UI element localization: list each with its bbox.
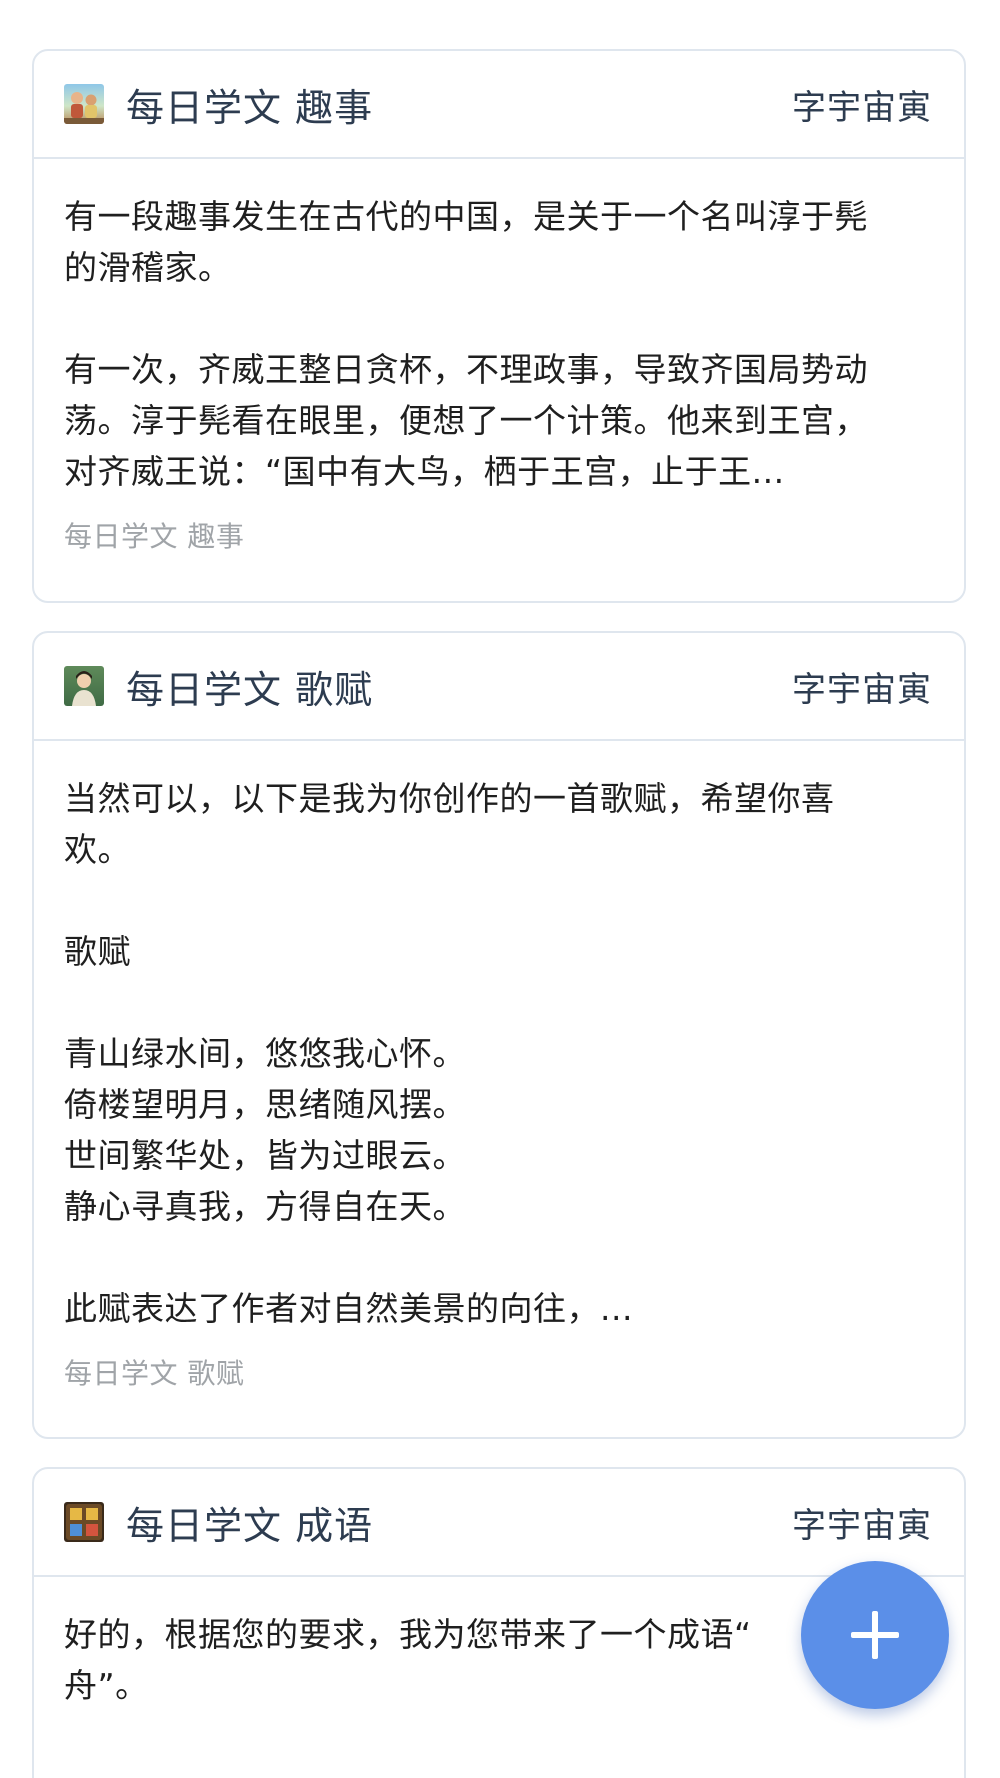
article-card[interactable]: 每日学文 趣事 字宇宙寅 有一段趣事发生在古代的中国，是关于一个名叫淳于髡 的滑… [32,49,966,603]
card-author[interactable]: 字宇宙寅 [792,80,932,129]
add-button[interactable] [801,1561,949,1709]
card-excerpt: 当然可以，以下是我为你创作的一首歌赋，希望你喜 欢。 歌赋 青山绿水间，悠悠我心… [64,779,835,1328]
card-tag: 每日学文 歌赋 [64,1357,245,1390]
feed-page: 每日学文 趣事 字宇宙寅 有一段趣事发生在古代的中国，是关于一个名叫淳于髡 的滑… [0,0,1000,1778]
plus-icon [851,1611,899,1659]
card-header: 每日学文 趣事 字宇宙寅 [34,51,964,159]
card-body: 有一段趣事发生在古代的中国，是关于一个名叫淳于髡 的滑稽家。 有一次，齐威王整日… [34,159,964,555]
cartoon-kids-thumbnail-icon [64,84,104,124]
card-header: 每日学文 成语 字宇宙寅 [34,1469,964,1577]
card-tag: 每日学文 趣事 [64,520,245,553]
card-title: 每日学文 歌赋 [126,667,374,712]
card-body: 当然可以，以下是我为你创作的一首歌赋，希望你喜 欢。 歌赋 青山绿水间，悠悠我心… [34,741,964,1392]
woman-portrait-thumbnail-icon [64,666,104,706]
card-excerpt: 有一段趣事发生在古代的中国，是关于一个名叫淳于髡 的滑稽家。 有一次，齐威王整日… [64,197,868,491]
card-title: 每日学文 趣事 [126,85,374,130]
card-author[interactable]: 字宇宙寅 [792,1498,932,1547]
article-card[interactable]: 每日学文 歌赋 字宇宙寅 当然可以，以下是我为你创作的一首歌赋，希望你喜 欢。 … [32,631,966,1439]
card-header: 每日学文 歌赋 字宇宙寅 [34,633,964,741]
game-board-thumbnail-icon [64,1502,104,1542]
card-title: 每日学文 成语 [126,1503,374,1548]
card-author[interactable]: 字宇宙寅 [792,662,932,711]
